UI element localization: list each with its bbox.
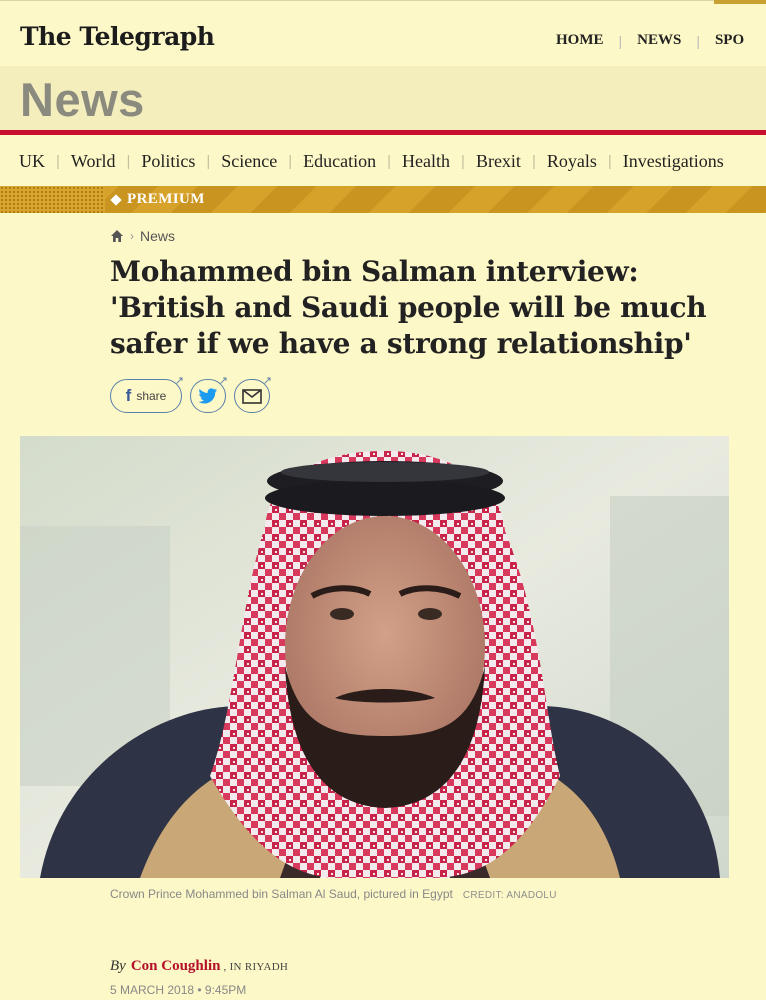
image-caption: Crown Prince Mohammed bin Salman Al Saud… <box>110 887 557 901</box>
divider: | <box>696 32 700 49</box>
portrait-photo <box>20 436 729 878</box>
sub-nav-science[interactable]: Science <box>221 151 277 172</box>
chevron-right-icon: › <box>130 229 134 243</box>
divider: | <box>607 152 612 170</box>
external-arrow-icon: ↗ <box>262 375 272 387</box>
facebook-share-button[interactable]: f share ↗ <box>110 375 184 413</box>
twitter-share-button[interactable]: ↗ <box>190 375 228 413</box>
diamond-icon <box>110 193 122 206</box>
divider: | <box>206 152 211 170</box>
section-header: News <box>0 66 766 130</box>
premium-banner: PREMIUM <box>0 186 766 213</box>
caption-text: Crown Prince Mohammed bin Salman Al Saud… <box>110 887 453 901</box>
author-link[interactable]: Con Coughlin <box>131 958 221 975</box>
divider: | <box>618 32 623 49</box>
sub-nav-world[interactable]: World <box>71 151 116 172</box>
external-arrow-icon: ↗ <box>218 375 228 387</box>
email-share-button[interactable]: ↗ <box>234 375 272 413</box>
sub-nav-education[interactable]: Education <box>303 151 376 172</box>
byline-location-prefix: , IN RIYADH <box>223 961 289 973</box>
divider: | <box>531 152 536 170</box>
divider: | <box>461 152 465 170</box>
publish-date: 5 MARCH 2018 • 9:45PM <box>110 983 247 997</box>
article-hero-image <box>20 436 729 878</box>
facebook-share-label: share <box>136 389 167 403</box>
external-arrow-icon: ↗ <box>174 375 184 387</box>
section-sub-nav: UK | World | Politics | Science | Educat… <box>0 148 766 174</box>
breadcrumb-news[interactable]: News <box>140 228 175 244</box>
top-nav-sport[interactable]: SPO <box>715 32 744 49</box>
sub-nav-investigations[interactable]: Investigations <box>623 151 724 172</box>
image-credit: CREDIT: ANADOLU <box>462 890 557 901</box>
sub-nav-brexit[interactable]: Brexit <box>476 151 521 172</box>
masthead: The Telegraph HOME | NEWS | SPO <box>0 4 766 66</box>
home-icon[interactable] <box>110 229 124 243</box>
divider: | <box>288 152 293 170</box>
top-nav-news[interactable]: NEWS <box>637 32 681 49</box>
byline-prefix: By <box>110 958 126 974</box>
article-headline: Mohammed bin Salman interview: 'British … <box>110 255 707 360</box>
facebook-icon: f <box>125 386 132 405</box>
premium-label: PREMIUM <box>127 191 205 207</box>
divider: | <box>387 152 392 170</box>
section-title[interactable]: News <box>20 72 145 127</box>
breadcrumb: › News <box>110 228 175 244</box>
top-nav-home[interactable]: HOME <box>556 32 604 49</box>
byline: By Con Coughlin, IN RIYADH <box>110 958 288 975</box>
sub-nav-politics[interactable]: Politics <box>141 151 195 172</box>
share-buttons: f share ↗ ↗ ↗ <box>110 375 272 413</box>
sub-nav-royals[interactable]: Royals <box>547 151 597 172</box>
divider: | <box>56 152 60 170</box>
sub-nav-health[interactable]: Health <box>402 151 450 172</box>
section-red-rule <box>0 130 766 135</box>
premium-badge: PREMIUM <box>110 191 205 208</box>
divider: | <box>126 152 131 170</box>
byline-location: IN RIYADH <box>229 961 289 973</box>
twitter-icon <box>198 387 218 403</box>
premium-pattern <box>0 186 105 213</box>
sub-nav-uk[interactable]: UK <box>19 151 45 172</box>
email-icon <box>242 388 262 404</box>
telegraph-logo[interactable]: The Telegraph <box>20 22 215 51</box>
top-nav: HOME | NEWS | SPO <box>556 32 744 49</box>
